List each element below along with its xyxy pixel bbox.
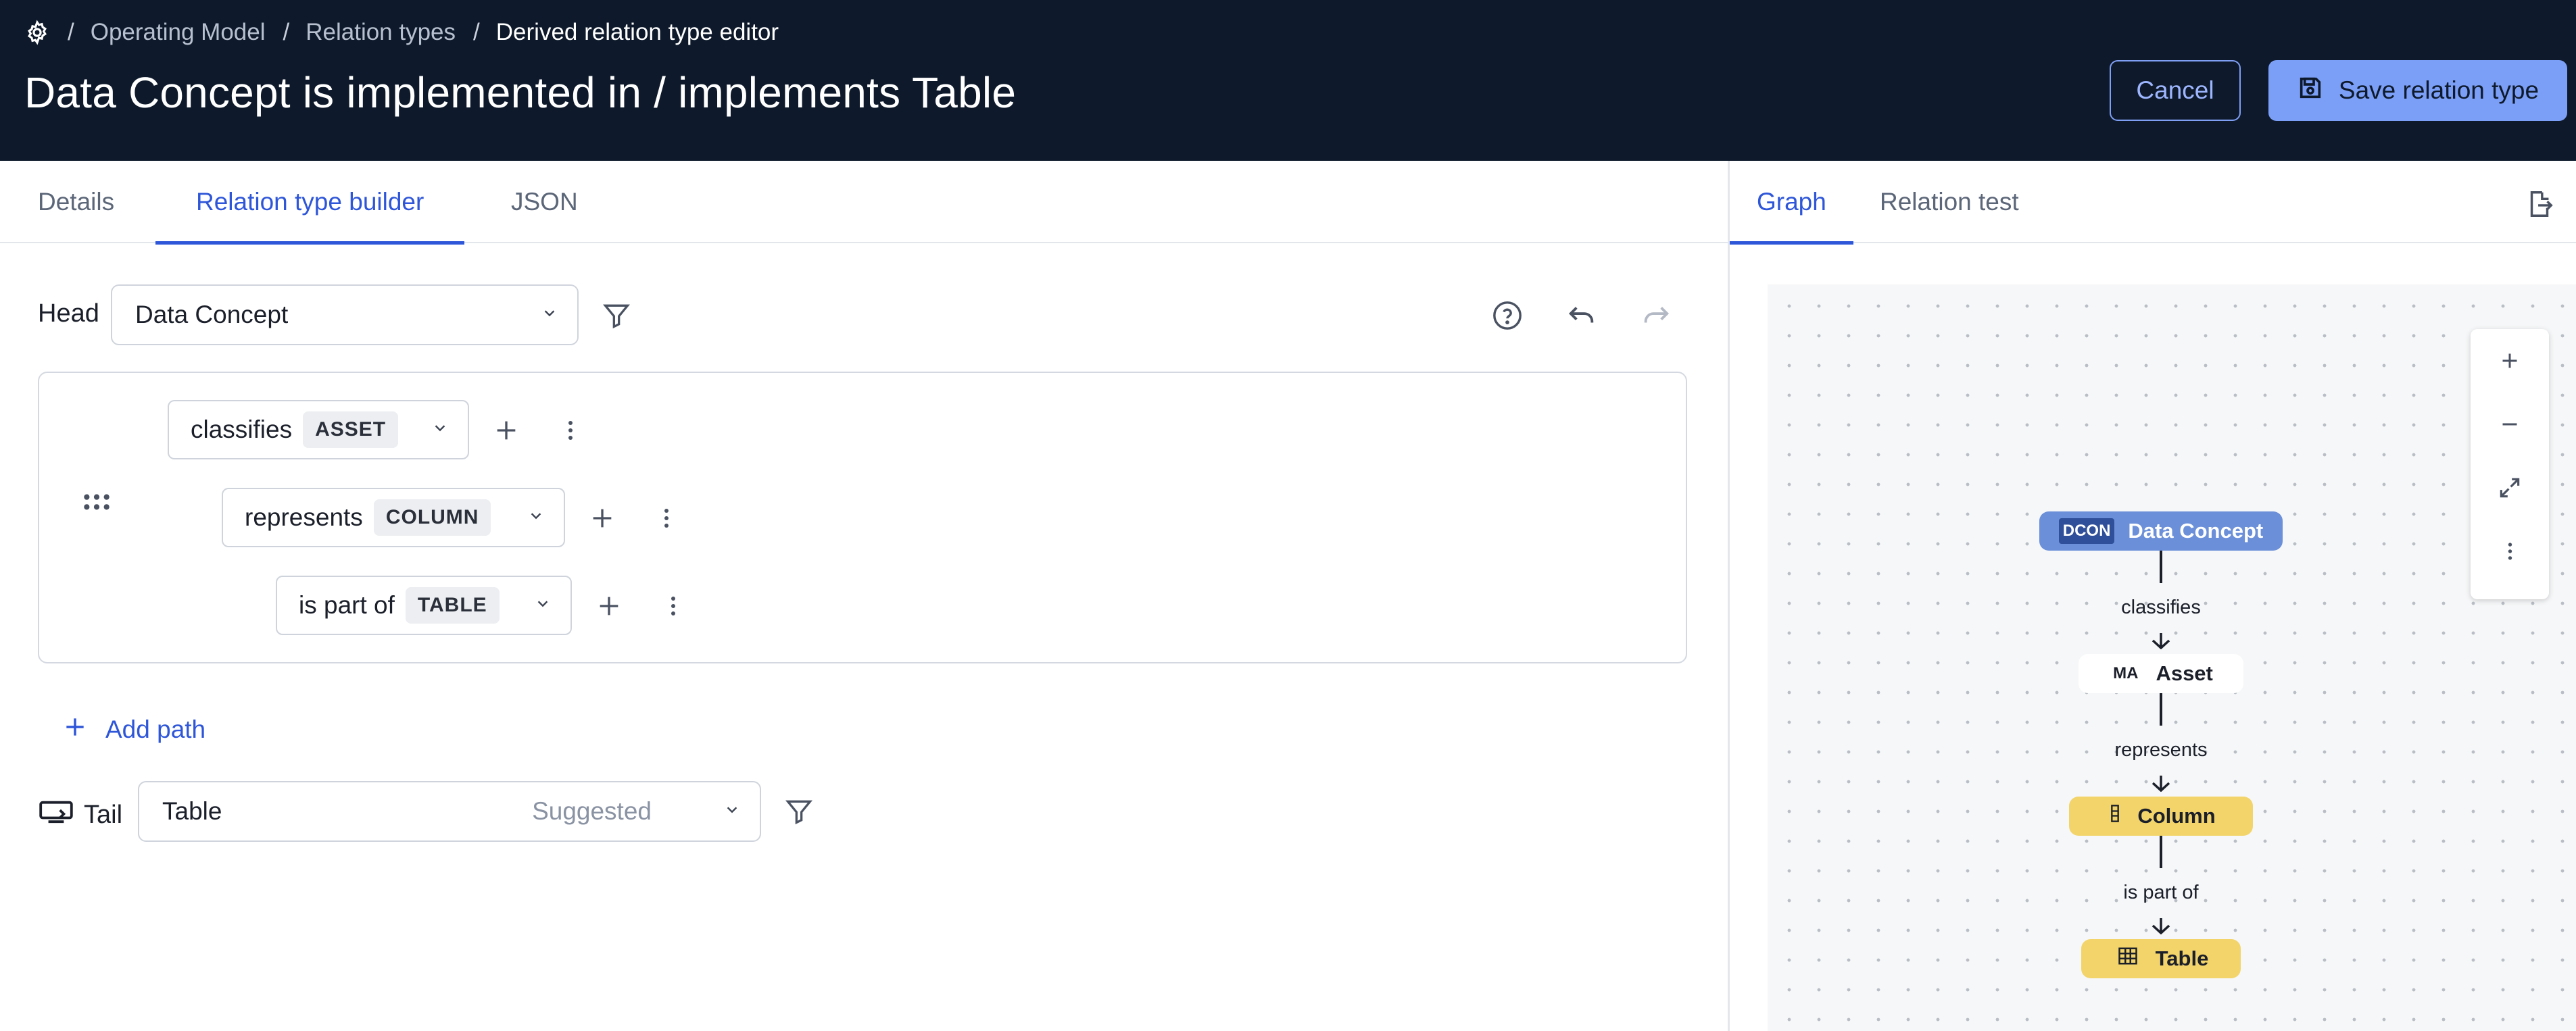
preview-tabs: Graph Relation test xyxy=(1730,161,2576,245)
builder-tabs: Details Relation type builder JSON xyxy=(0,161,1728,245)
export-icon[interactable] xyxy=(2521,185,2558,223)
breadcrumb: / Operating Model / Relation types / Der… xyxy=(24,15,779,50)
arrow-down-icon xyxy=(2152,918,2170,934)
zoom-out-icon[interactable] xyxy=(2471,393,2549,456)
add-step-plus-icon[interactable] xyxy=(489,413,523,447)
suggested-hint: Suggested xyxy=(532,797,652,825)
plus-icon xyxy=(62,714,88,746)
relation-label: represents xyxy=(245,503,363,531)
undo-icon[interactable] xyxy=(1561,299,1602,332)
page-header: / Operating Model / Relation types / Der… xyxy=(0,0,2576,161)
graph-edge-line xyxy=(2160,551,2162,583)
node-label: Data Concept xyxy=(2128,519,2264,543)
relation-label: is part of xyxy=(299,591,395,619)
active-tab-indicator xyxy=(1730,241,1853,245)
tail-filter-icon[interactable] xyxy=(779,795,819,828)
add-step-plus-icon[interactable] xyxy=(592,589,626,623)
page-title: Data Concept is implemented in / impleme… xyxy=(24,68,1017,117)
graph-edge-line xyxy=(2160,836,2162,868)
graph-edge-label: classifies xyxy=(2121,597,2201,618)
column-icon xyxy=(2106,803,2124,829)
relation-select-represents[interactable]: represents COLUMN xyxy=(222,488,565,547)
arrow-down-icon xyxy=(2152,776,2170,792)
chevron-down-icon xyxy=(531,513,541,520)
tab-relation-type-builder[interactable]: Relation type builder xyxy=(155,161,465,245)
tail-icon xyxy=(38,799,74,831)
save-icon xyxy=(2297,74,2324,107)
tab-label: Graph xyxy=(1757,188,1826,216)
tab-details[interactable]: Details xyxy=(38,161,114,243)
head-label: Head xyxy=(38,299,99,328)
head-filter-icon[interactable] xyxy=(596,299,637,332)
graph-node-data-concept[interactable]: DCON Data Concept xyxy=(2039,511,2283,551)
more-options-icon[interactable] xyxy=(660,589,687,623)
graph-edge-label: represents xyxy=(2114,739,2208,761)
asset-type-badge: TABLE xyxy=(405,587,500,624)
settings-gear-icon[interactable] xyxy=(24,20,50,45)
chevron-down-icon xyxy=(727,807,737,813)
table-icon xyxy=(2114,946,2142,972)
graph-more-options-icon[interactable] xyxy=(2471,520,2549,583)
node-label: Column xyxy=(2137,804,2216,828)
breadcrumb-separator: / xyxy=(283,19,290,45)
save-relation-type-button[interactable]: Save relation type xyxy=(2268,60,2567,121)
breadcrumb-current: Derived relation type editor xyxy=(495,19,779,45)
breadcrumb-separator: / xyxy=(68,19,74,45)
node-label: Asset xyxy=(2156,661,2213,685)
tab-label: Relation type builder xyxy=(196,188,424,216)
add-step-plus-icon[interactable] xyxy=(585,501,619,535)
add-path-button[interactable]: Add path xyxy=(62,709,205,750)
tab-graph[interactable]: Graph xyxy=(1730,161,1853,245)
relation-select-is-part-of[interactable]: is part of TABLE xyxy=(276,576,572,635)
node-label: Table xyxy=(2155,947,2209,970)
chevron-down-icon xyxy=(544,310,555,317)
more-options-icon[interactable] xyxy=(557,413,584,447)
zoom-controls xyxy=(2471,329,2549,599)
relation-label: classifies xyxy=(191,416,293,443)
preview-panel: Graph Relation test DCON Data Concept cl… xyxy=(1730,161,2576,1031)
chevron-down-icon xyxy=(435,425,445,432)
graph-edge-label: is part of xyxy=(2123,882,2199,903)
zoom-in-icon[interactable] xyxy=(2471,329,2549,393)
add-path-label: Add path xyxy=(105,715,206,743)
tail-label-group: Tail xyxy=(38,795,122,835)
active-tab-indicator xyxy=(155,241,465,245)
tab-relation-test[interactable]: Relation test xyxy=(1880,161,2019,243)
builder-panel: Details Relation type builder JSON Head … xyxy=(0,161,1728,1031)
tail-select-value: Table xyxy=(162,797,222,825)
head-select-value: Data Concept xyxy=(135,301,289,328)
graph-node-table[interactable]: Table xyxy=(2081,939,2241,978)
help-icon[interactable] xyxy=(1487,299,1528,332)
graph-node-column[interactable]: Column xyxy=(2069,797,2253,836)
arrow-down-icon xyxy=(2152,633,2170,649)
fit-to-screen-icon[interactable] xyxy=(2471,456,2549,520)
path-builder: classifies ASSET represents COLUMN is pa… xyxy=(38,372,1687,663)
asset-tag: MA xyxy=(2113,664,2139,682)
asset-type-badge: ASSET xyxy=(303,411,399,448)
relation-select-classifies[interactable]: classifies ASSET xyxy=(168,400,469,459)
breadcrumb-operating-model[interactable]: Operating Model xyxy=(91,19,266,46)
more-options-icon[interactable] xyxy=(653,501,680,535)
head-select[interactable]: Data Concept xyxy=(111,284,579,345)
breadcrumb-relation-types[interactable]: Relation types xyxy=(306,19,456,46)
save-label: Save relation type xyxy=(2338,76,2539,104)
graph-canvas[interactable]: DCON Data Concept classifies MA Asset re… xyxy=(1768,284,2576,1031)
redo-icon[interactable] xyxy=(1636,299,1676,332)
tail-label: Tail xyxy=(84,800,123,829)
breadcrumb-separator: / xyxy=(473,19,480,45)
cancel-button[interactable]: Cancel xyxy=(2110,60,2241,121)
drag-handle-icon[interactable] xyxy=(80,485,114,519)
asset-type-badge: COLUMN xyxy=(373,499,491,536)
data-concept-tag: DCON xyxy=(2058,518,2115,544)
tail-select[interactable]: Table Suggested xyxy=(138,781,761,842)
graph-edge-line xyxy=(2160,693,2162,726)
chevron-down-icon xyxy=(537,601,548,607)
graph-node-asset[interactable]: MA Asset xyxy=(2079,654,2243,693)
tab-json[interactable]: JSON xyxy=(511,161,578,243)
